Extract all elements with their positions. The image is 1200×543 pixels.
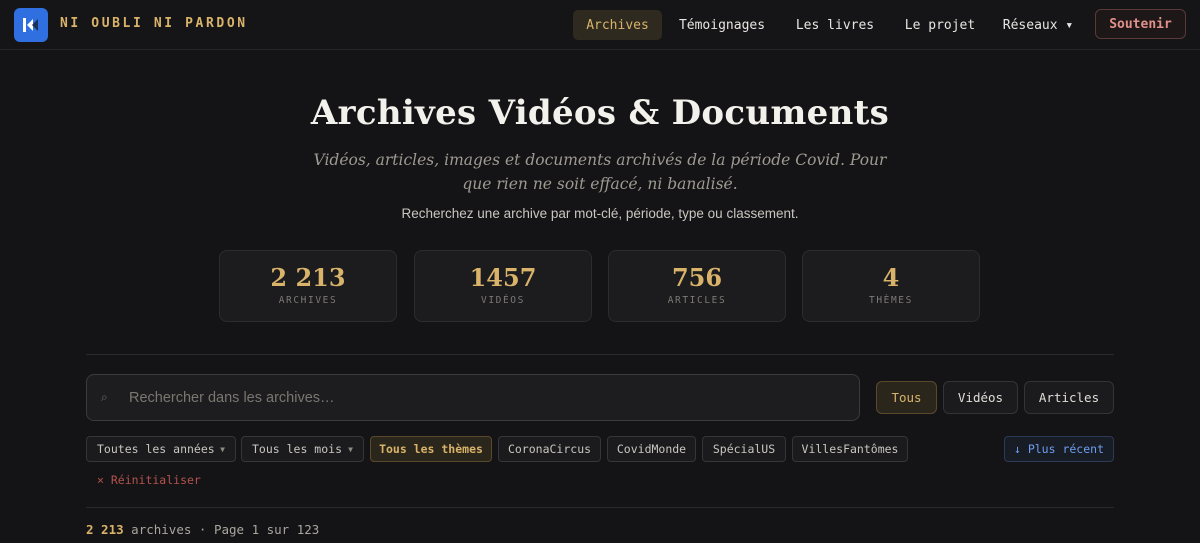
logo-icon xyxy=(23,18,38,32)
year-select-value: Toutes les années xyxy=(97,442,215,456)
divider xyxy=(86,354,1114,355)
type-filter-all[interactable]: Tous xyxy=(876,381,937,414)
month-select-value: Tous les mois xyxy=(252,442,343,456)
theme-chip-coronacircus[interactable]: CoronaCircus xyxy=(498,436,601,462)
sort-button[interactable]: ↓ Plus récent xyxy=(1004,436,1114,462)
nav-archives[interactable]: Archives xyxy=(573,10,662,40)
stat-value: 4 xyxy=(882,263,900,292)
theme-chip-covidmonde[interactable]: CovidMonde xyxy=(607,436,696,462)
type-filter-videos[interactable]: Vidéos xyxy=(943,381,1018,414)
stat-label: ARCHIVES xyxy=(278,295,338,306)
nav-le-projet[interactable]: Le projet xyxy=(895,10,985,40)
page-title: Archives Vidéos & Documents xyxy=(310,93,890,133)
nav-les-livres[interactable]: Les livres xyxy=(786,10,884,40)
caret-down-icon: ▼ xyxy=(348,445,353,454)
search-icon: ⌕ xyxy=(101,390,108,404)
nav-temoignages[interactable]: Témoignages xyxy=(670,10,774,40)
nav-reseaux-dropdown[interactable]: Réseaux ▾ xyxy=(995,10,1081,40)
top-navbar: NI OUBLI NI PARDON Archives Témoignages … xyxy=(0,0,1200,50)
results-count: 2 213 archives · Page 1 sur 123 xyxy=(86,522,319,537)
support-button[interactable]: Soutenir xyxy=(1095,9,1186,39)
stat-label: ARTICLES xyxy=(667,295,727,306)
stat-card-archives: 2 213 ARCHIVES xyxy=(219,250,397,322)
site-logo[interactable] xyxy=(14,8,48,42)
divider xyxy=(86,507,1114,508)
search-hint: Recherchez une archive par mot-clé, péri… xyxy=(401,206,799,221)
site-brand[interactable]: NI OUBLI NI PARDON xyxy=(60,16,248,31)
theme-chip-specialus[interactable]: SpécialUS xyxy=(702,436,786,462)
reset-filters-link[interactable]: × Réinitialiser xyxy=(97,473,201,487)
stat-card-themes: 4 THÈMES xyxy=(802,250,980,322)
year-select[interactable]: Toutes les années ▼ xyxy=(86,436,236,462)
page-subtitle: Vidéos, articles, images et documents ar… xyxy=(313,151,887,193)
results-count-number: 2 213 xyxy=(86,522,124,537)
search-box[interactable]: ⌕ xyxy=(86,374,860,421)
stat-value: 1457 xyxy=(469,263,537,292)
type-filter-articles[interactable]: Articles xyxy=(1024,381,1114,414)
caret-down-icon: ▼ xyxy=(220,445,225,454)
stat-value: 2 213 xyxy=(270,263,346,292)
theme-chip-villesfantomes[interactable]: VillesFantômes xyxy=(792,436,908,462)
theme-chip-all[interactable]: Tous les thèmes xyxy=(370,436,492,462)
stat-card-videos: 1457 VIDÉOS xyxy=(414,250,592,322)
month-select[interactable]: Tous les mois ▼ xyxy=(241,436,364,462)
stat-label: VIDÉOS xyxy=(481,295,525,306)
results-count-suffix: archives · Page 1 sur 123 xyxy=(131,522,320,537)
stat-label: THÈMES xyxy=(869,295,913,306)
stat-value: 756 xyxy=(671,263,723,292)
stat-card-articles: 756 ARTICLES xyxy=(608,250,786,322)
search-input[interactable] xyxy=(129,387,829,409)
